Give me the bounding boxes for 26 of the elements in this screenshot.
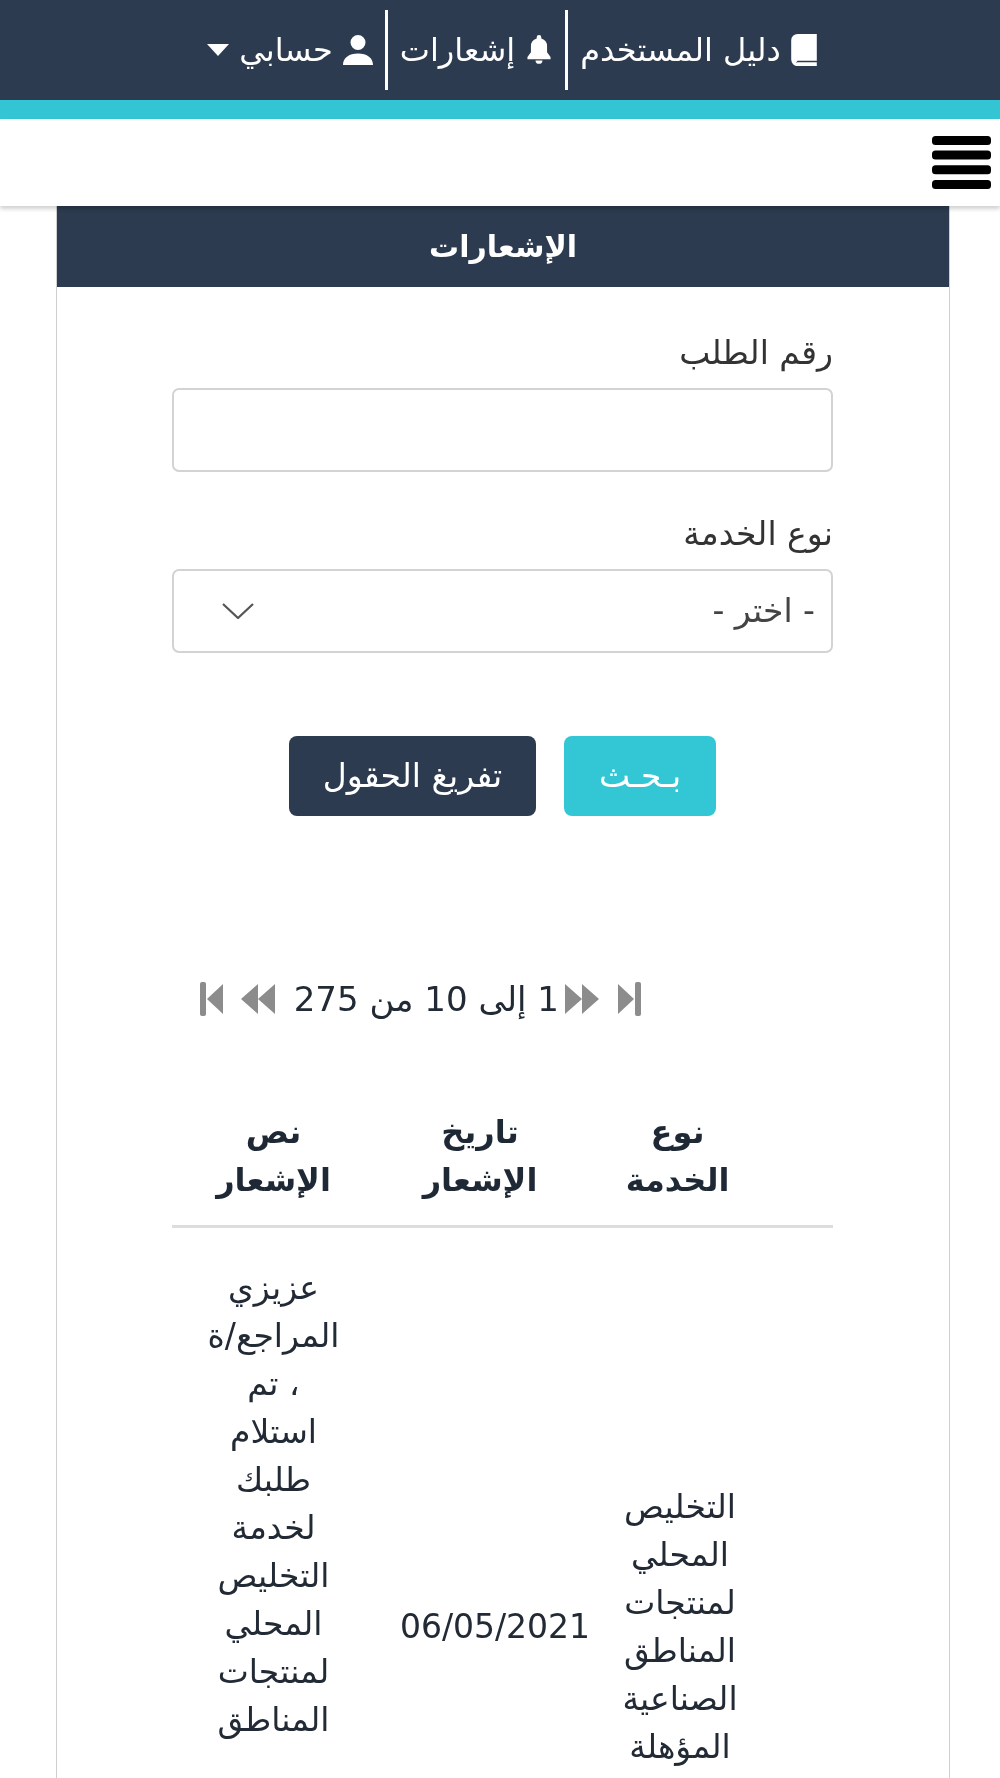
field-label: رقم الطلب xyxy=(678,332,833,374)
column-header: نوع الخدمة xyxy=(625,1112,730,1201)
account-dropdown[interactable]: حسابي xyxy=(195,28,385,72)
user-guide-link[interactable]: دليل المستخدم xyxy=(568,28,829,72)
column-header: نص الإشعار xyxy=(216,1112,331,1201)
user-icon xyxy=(342,35,373,65)
skip-left-icon[interactable] xyxy=(199,982,223,1016)
menu-icon[interactable] xyxy=(932,136,991,189)
input-field[interactable] xyxy=(172,388,833,472)
double-arrow-right-icon[interactable] xyxy=(565,982,599,1016)
select-field[interactable]: - اختر - xyxy=(172,569,833,653)
notifications-link[interactable]: إشعارات xyxy=(387,28,566,72)
double-arrow-left-icon[interactable] xyxy=(240,982,275,1016)
book-icon xyxy=(790,34,817,66)
chevron-down-icon xyxy=(222,603,254,619)
page-summary: 1 إلى 10 من 275 xyxy=(293,978,559,1020)
field-label: نوع الخدمة xyxy=(682,513,833,555)
table-cell-text: 06/05/2021 xyxy=(399,1606,591,1648)
table-cell-text: عزيزي المراجع/ة ، تم استلام طلبك لخدمة التخليص المحلي لمنتجات المناطق xyxy=(206,1267,341,1741)
panel-title: الإشعارات xyxy=(429,228,577,266)
table-cell-text: التخليص المحلي لمنتجات المناطق الصناعية المؤهلة xyxy=(621,1486,739,1768)
clear-fields-button[interactable]: تفريغ الحقول xyxy=(289,736,536,816)
caret-down-icon xyxy=(207,44,230,56)
bell-icon xyxy=(525,35,554,65)
column-header: تاريخ الإشعار xyxy=(422,1112,538,1201)
skip-right-icon[interactable] xyxy=(618,982,641,1016)
